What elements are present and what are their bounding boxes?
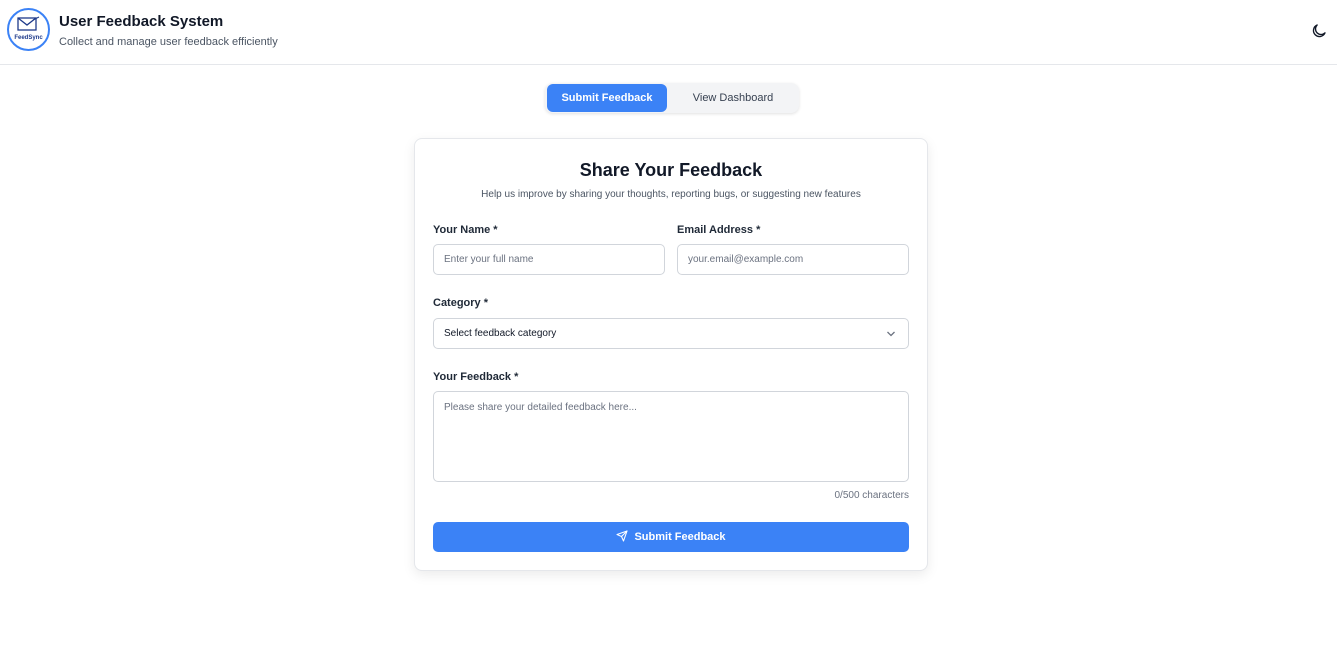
mail-icon xyxy=(17,16,40,31)
tab-view-dashboard[interactable]: View Dashboard xyxy=(672,84,794,112)
feedsync-logo: FeedSync xyxy=(7,8,50,51)
feedback-textarea[interactable]: Please share your detailed feedback here… xyxy=(433,391,909,482)
moon-icon xyxy=(1312,24,1326,38)
tab-submit-feedback[interactable]: Submit Feedback xyxy=(547,84,667,112)
app-title: User Feedback System xyxy=(59,13,224,30)
feedback-label: Your Feedback * xyxy=(433,371,519,383)
character-counter: 0/500 characters xyxy=(834,490,910,501)
send-icon xyxy=(616,530,629,542)
submit-feedback-button[interactable]: Submit Feedback xyxy=(433,522,909,552)
form-title: Share Your Feedback xyxy=(579,160,763,180)
form-subtitle: Help us improve by sharing your thoughts… xyxy=(481,189,861,200)
feedback-form-card: Share Your Feedback Help us improve by s… xyxy=(414,138,928,571)
category-label: Category * xyxy=(433,297,489,309)
chevron-down-icon xyxy=(887,331,895,337)
theme-toggle-button[interactable] xyxy=(1310,22,1328,40)
submit-button-label: Submit Feedback xyxy=(634,531,726,543)
name-input[interactable]: Enter your full name xyxy=(433,244,665,275)
app-subtitle: Collect and manage user feedback efficie… xyxy=(59,36,278,48)
logo-text: FeedSync xyxy=(14,35,43,41)
email-input[interactable]: your.email@example.com xyxy=(677,244,909,275)
category-selected-value: Select feedback category xyxy=(444,328,557,339)
category-select[interactable]: Select feedback category xyxy=(433,318,909,349)
view-tabs: Submit Feedback View Dashboard xyxy=(545,83,799,113)
app-header: FeedSync User Feedback System Collect an… xyxy=(0,0,1337,65)
name-label: Your Name * xyxy=(433,224,498,236)
email-label: Email Address * xyxy=(677,224,761,236)
